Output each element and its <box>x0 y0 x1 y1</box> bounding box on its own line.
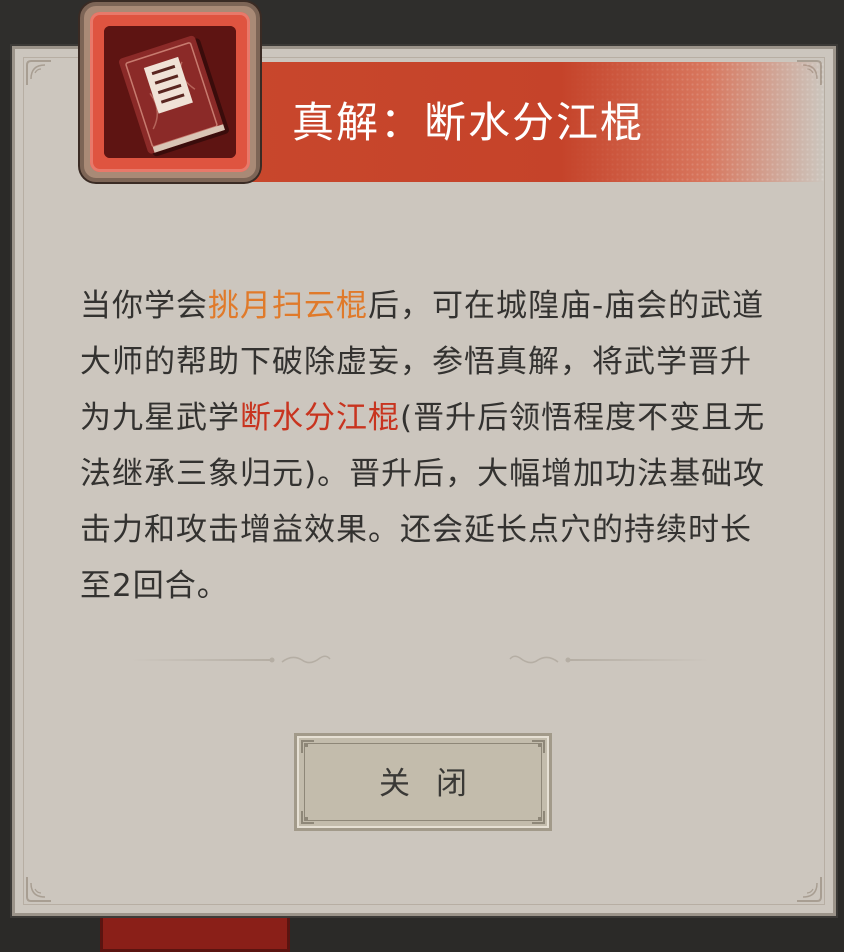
close-button[interactable]: 关闭 <box>294 733 552 831</box>
skill-icon-frame <box>80 2 260 182</box>
skill-icon-border <box>90 12 250 172</box>
description-text: 当你学会 <box>80 288 208 324</box>
skill-book-icon <box>104 26 236 158</box>
skill-description: 当你学会挑月扫云棍后，可在城隍庙-庙会的武道大师的帮助下破除虚妄，参悟真解，将武… <box>80 278 780 614</box>
corner-ornament-icon <box>301 811 314 824</box>
ornamental-divider <box>130 655 710 664</box>
corner-ornament-icon <box>26 60 51 85</box>
corner-ornament-icon <box>797 877 822 902</box>
prerequisite-skill-name: 挑月扫云棍 <box>208 288 368 324</box>
result-skill-name: 断水分江棍 <box>240 400 400 436</box>
close-button-label: 关闭 <box>379 766 493 802</box>
corner-ornament-icon <box>532 740 545 753</box>
corner-ornament-icon <box>26 877 51 902</box>
corner-ornament-icon <box>301 740 314 753</box>
dialog-title: 真解：断水分江棍 <box>292 98 645 147</box>
corner-ornament-icon <box>532 811 545 824</box>
